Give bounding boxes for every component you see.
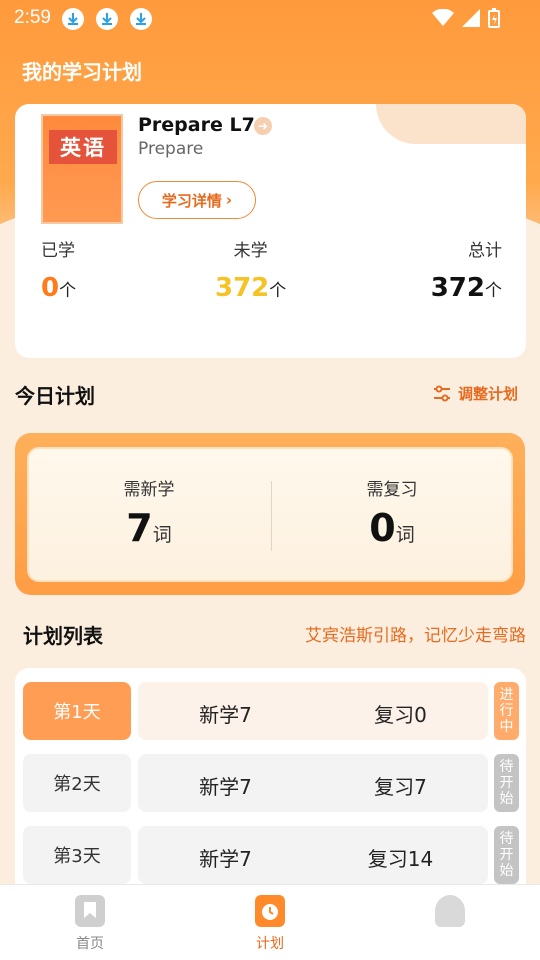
plan-counts: 新学7 复习7 <box>138 754 488 812</box>
plan-list-title: 计划列表 <box>23 624 103 648</box>
nav-item-home[interactable]: 首页 <box>50 895 130 953</box>
stat-total-label: 总计 <box>468 241 502 261</box>
download-icon <box>130 8 152 30</box>
page-title: 我的学习计划 <box>22 60 142 84</box>
download-icon <box>96 8 118 30</box>
today-review-label: 需复习 <box>366 480 418 500</box>
stat-learned-value: 0 <box>41 273 60 303</box>
count-new: 新学7 <box>199 703 252 727</box>
sliders-icon <box>434 385 450 401</box>
status-tag: 进行中 <box>494 682 519 740</box>
today-review-value: 0 <box>369 506 396 550</box>
count-new: 新学7 <box>199 775 252 799</box>
clock-icon <box>255 895 285 927</box>
wifi-icon <box>432 9 454 26</box>
plan-row[interactable]: 第2天 新学7 复习7 待开始 <box>23 754 523 812</box>
count-new: 新学7 <box>199 847 252 871</box>
stat-total-unit: 个 <box>485 281 502 301</box>
nav-item-profile[interactable] <box>410 895 490 933</box>
today-review-value-wrap: 0词 <box>272 506 512 550</box>
today-new-unit: 词 <box>152 524 172 546</box>
stat-learned-unit: 个 <box>59 281 77 301</box>
stat-learned-value-wrap: 0个 <box>41 273 76 303</box>
plan-list-panel: 第1天 新学7 复习0 进行中 第2天 新学7 复习7 待开始 第3天 新学7 … <box>15 668 526 908</box>
book-subtitle: Prepare <box>138 139 204 159</box>
chevron-right-icon: › <box>225 191 233 209</box>
count-review: 复习0 <box>374 703 427 727</box>
count-review: 复习7 <box>374 775 427 799</box>
today-plan-inner: 需新学 7词 需复习 0词 <box>27 447 513 582</box>
status-bar: 2:59 <box>0 0 540 36</box>
count-review: 复习14 <box>367 847 434 871</box>
today-new-value-wrap: 7词 <box>29 506 269 550</box>
card-corner-decoration <box>376 104 526 144</box>
adjust-plan-button[interactable]: 调整计划 <box>432 383 518 404</box>
book-title: Prepare L7 <box>138 114 255 136</box>
nav-item-plan[interactable]: 计划 <box>230 895 310 953</box>
today-new-label: 需新学 <box>123 480 175 500</box>
stat-unlearned-value-wrap: 372个 <box>215 273 286 303</box>
profile-icon <box>435 895 465 927</box>
today-new: 需新学 7词 <box>29 475 269 550</box>
day-button[interactable]: 第2天 <box>23 754 131 812</box>
book-cover[interactable]: 英语 <box>41 114 123 224</box>
stat-learned-label: 已学 <box>41 241 75 261</box>
bottom-nav: 首页 计划 <box>0 884 540 960</box>
nav-label-home: 首页 <box>76 936 104 952</box>
book-cover-label: 英语 <box>49 130 117 164</box>
plan-counts: 新学7 复习0 <box>138 682 488 740</box>
plan-row[interactable]: 第1天 新学7 复习0 进行中 <box>23 682 523 740</box>
stat-unlearned: 未学 372个 <box>215 236 286 303</box>
nav-label-plan: 计划 <box>256 936 284 952</box>
study-details-label: 学习详情 <box>161 191 222 210</box>
book-card[interactable]: 英语 Prepare L7 ➜ Prepare 学习详情 › 已学 0个 未学 … <box>15 104 526 358</box>
stat-total-value-wrap: 372个 <box>431 273 502 303</box>
status-tag: 待开始 <box>494 826 519 884</box>
stat-unlearned-label: 未学 <box>233 241 268 261</box>
stat-total-value: 372 <box>430 273 485 303</box>
download-icon <box>62 8 84 30</box>
today-plan-title: 今日计划 <box>15 384 95 408</box>
study-details-button[interactable]: 学习详情 › <box>138 181 256 219</box>
stat-total: 总计 372个 <box>431 236 502 303</box>
status-icons <box>432 8 500 28</box>
adjust-plan-label: 调整计划 <box>458 385 519 403</box>
battery-icon <box>488 8 500 28</box>
status-tag: 待开始 <box>494 754 519 812</box>
plan-list-slogan: 艾宾浩斯引路，记忆少走弯路 <box>305 626 526 646</box>
stat-learned: 已学 0个 <box>41 236 76 303</box>
today-new-value: 7 <box>126 506 153 550</box>
signal-icon <box>462 9 480 27</box>
today-plan-card: 需新学 7词 需复习 0词 <box>15 433 525 595</box>
stat-unlearned-value: 372 <box>215 273 270 303</box>
status-time: 2:59 <box>14 7 51 28</box>
bookmark-icon <box>75 895 105 927</box>
plan-row[interactable]: 第3天 新学7 复习14 待开始 <box>23 826 523 884</box>
today-review: 需复习 0词 <box>272 475 512 550</box>
plan-counts: 新学7 复习14 <box>138 826 488 884</box>
day-button[interactable]: 第1天 <box>23 682 131 740</box>
today-review-unit: 词 <box>395 524 415 546</box>
arrow-right-icon[interactable]: ➜ <box>254 117 272 135</box>
stat-unlearned-unit: 个 <box>269 281 287 301</box>
day-button[interactable]: 第3天 <box>23 826 131 884</box>
